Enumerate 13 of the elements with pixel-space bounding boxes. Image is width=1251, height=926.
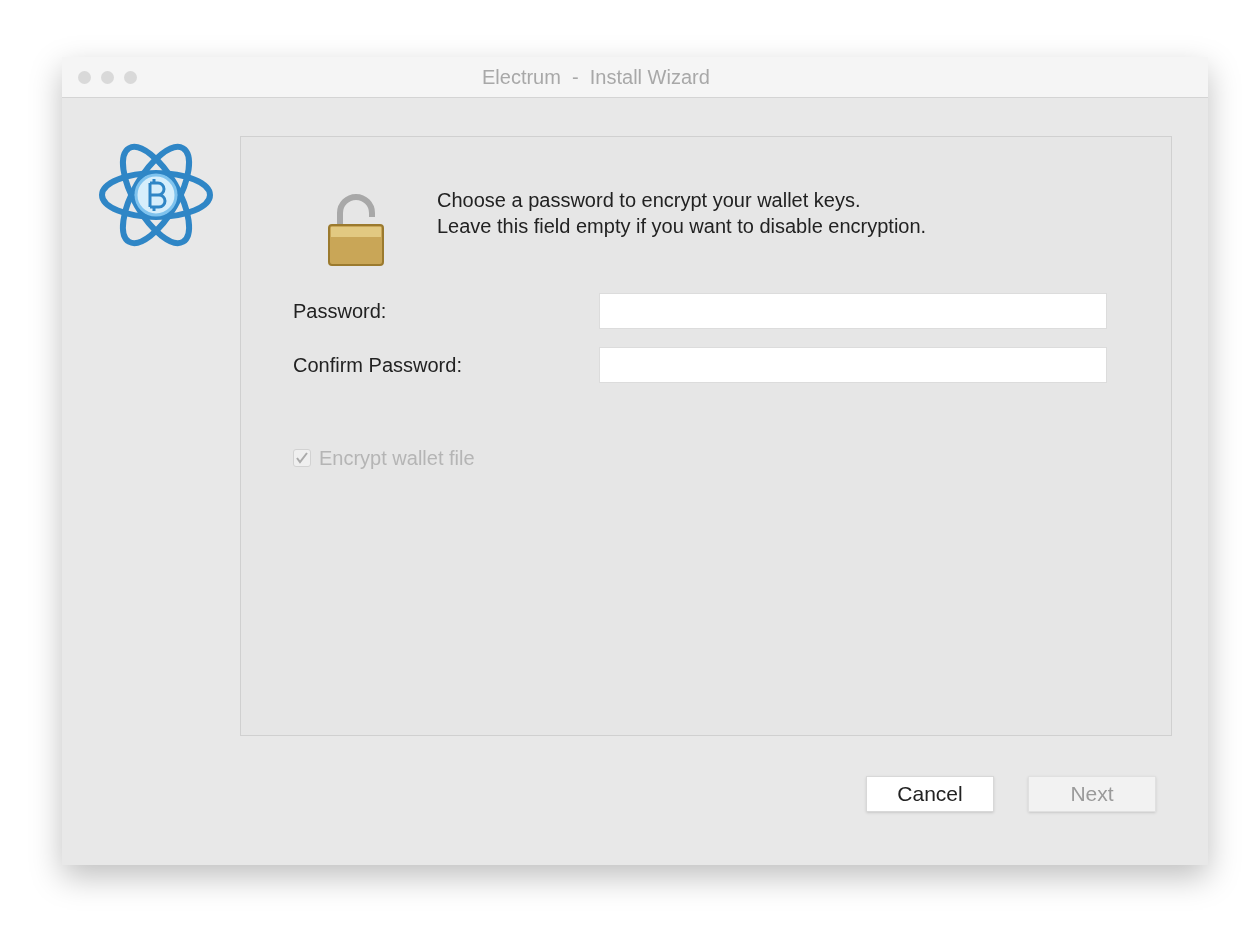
minimize-icon[interactable] bbox=[101, 70, 114, 84]
password-field[interactable] bbox=[599, 293, 1107, 329]
instruction-text: Leave this field empty if you want to disable encryption. bbox=[437, 214, 927, 239]
zoom-icon[interactable] bbox=[124, 70, 137, 84]
field-label: Password: bbox=[293, 299, 388, 324]
instruction-text: Choose a password to encrypt your wallet keys. bbox=[437, 188, 862, 213]
padlock-icon bbox=[325, 193, 387, 267]
dialog-button[interactable]: Cancel bbox=[866, 776, 994, 812]
password-field[interactable] bbox=[599, 347, 1107, 383]
field-label: Confirm Password: bbox=[293, 353, 463, 378]
window-title: Electrum - Install Wizard bbox=[482, 65, 710, 90]
close-icon[interactable] bbox=[78, 70, 91, 84]
checkmark-icon bbox=[296, 452, 308, 464]
